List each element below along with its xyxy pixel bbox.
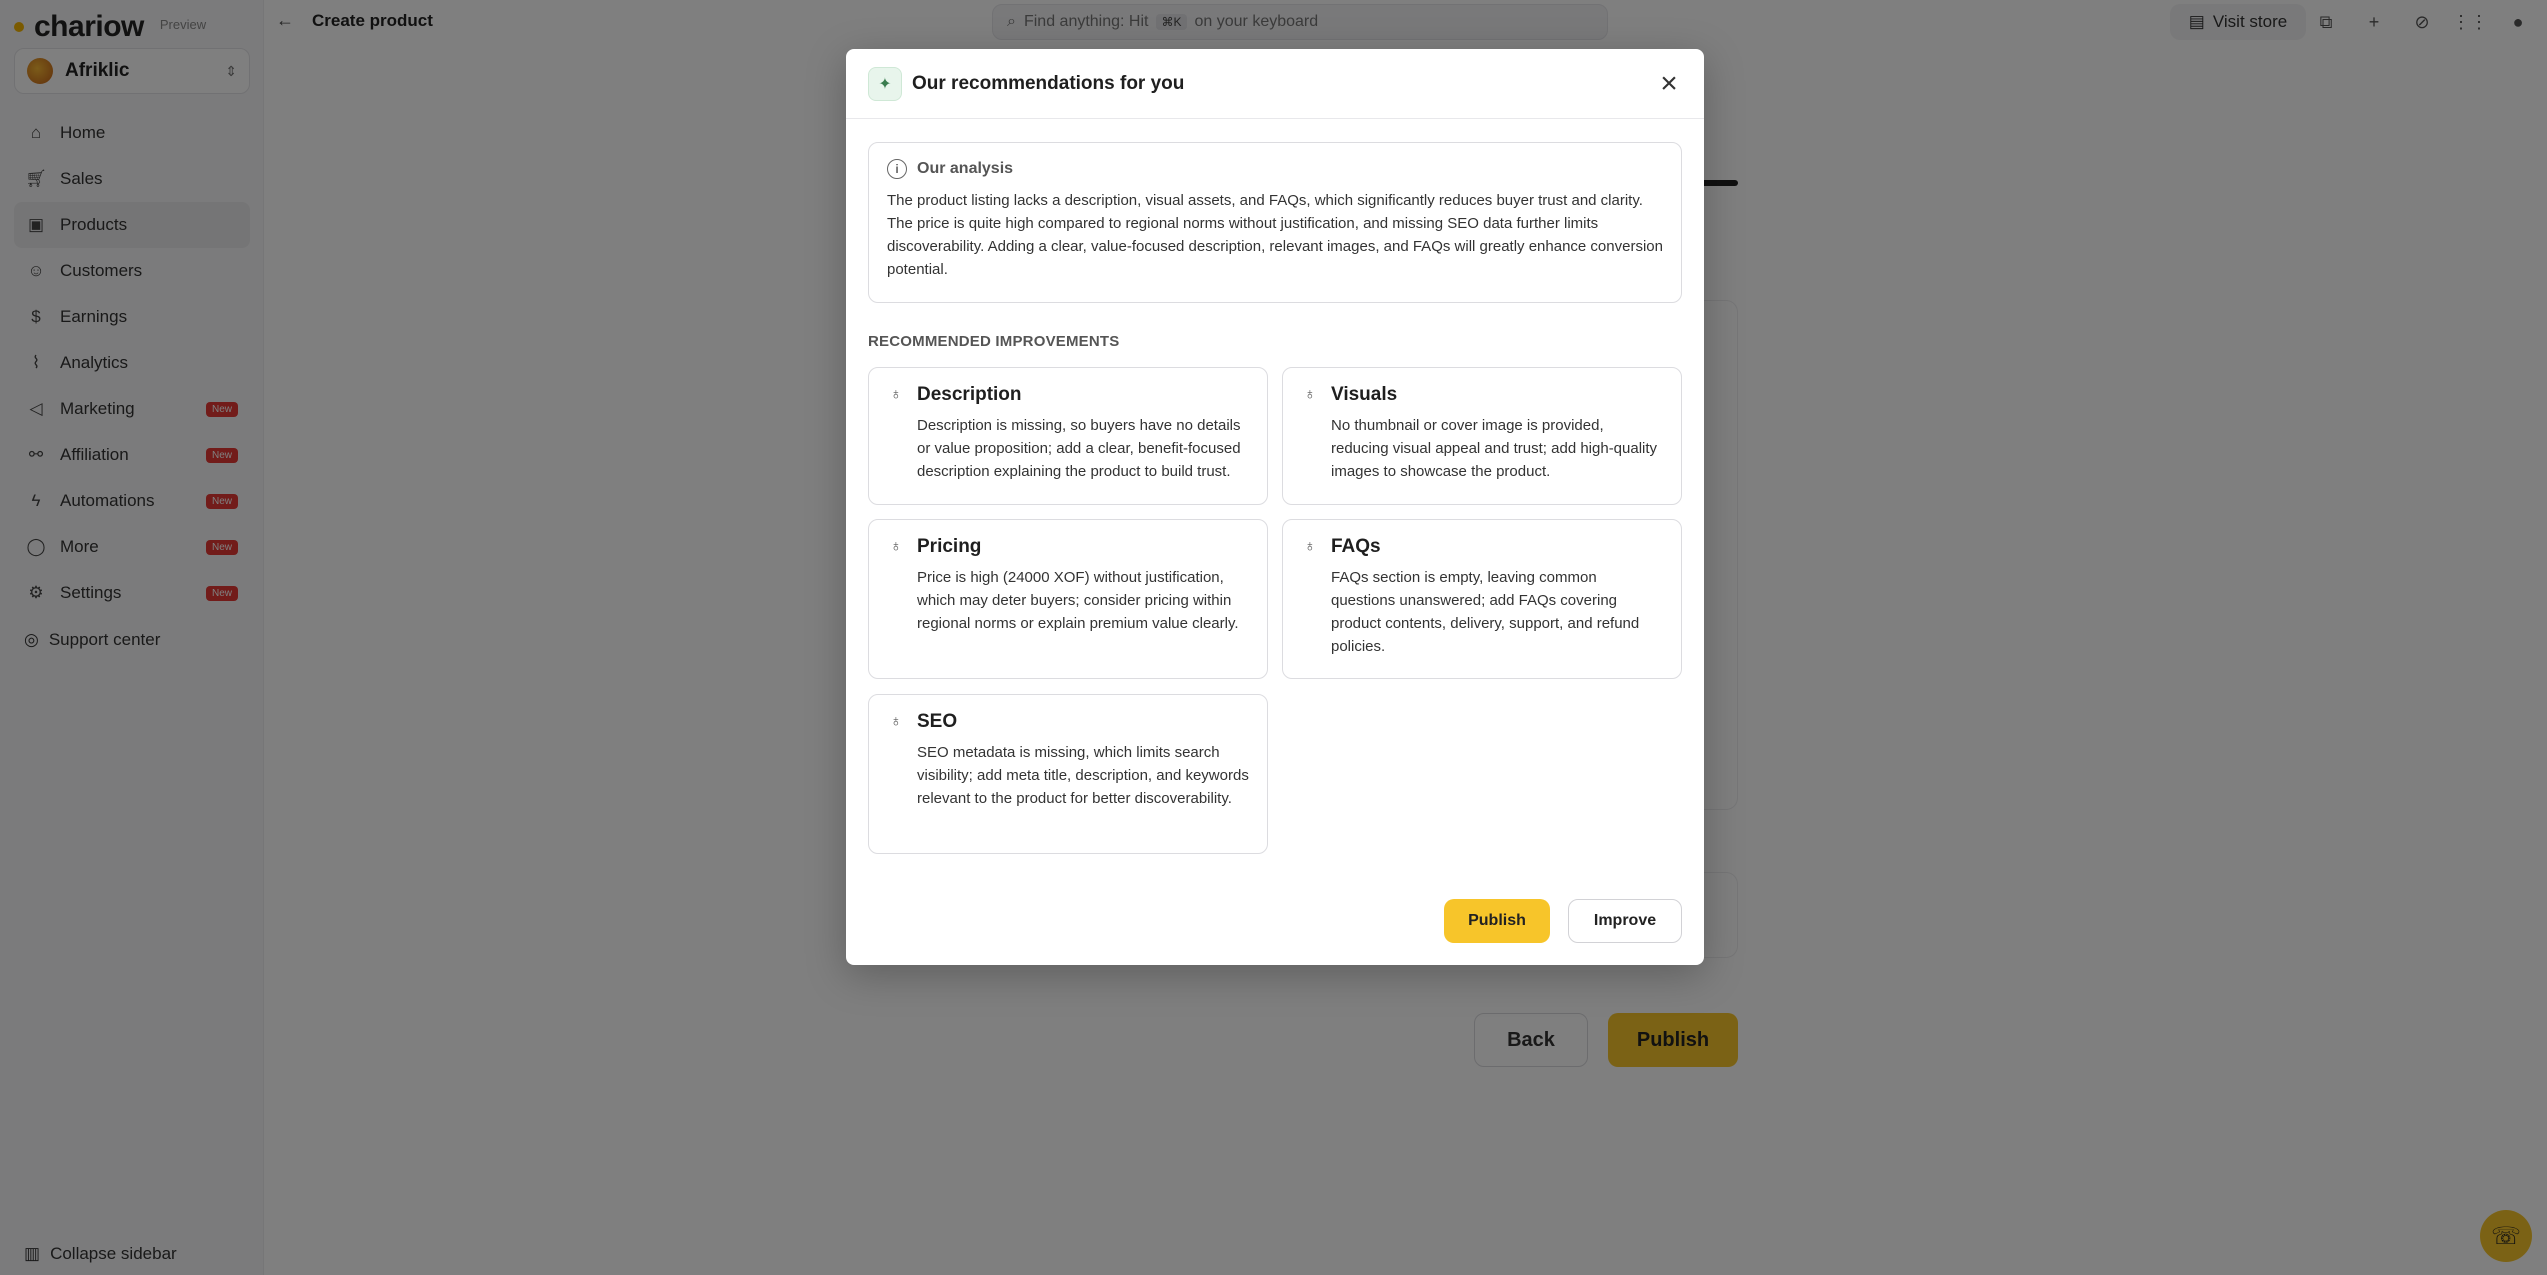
recommendation-title: Pricing [917, 536, 982, 557]
analysis-header: i Our analysis [887, 159, 1663, 179]
lightbulb-icon: ♁ [890, 386, 902, 403]
recommendation-title: FAQs [1331, 536, 1381, 557]
recommendation-card-faqs: ♁ FAQs FAQs section is empty, leaving co… [1282, 519, 1682, 679]
recommendation-text: FAQs section is empty, leaving common qu… [1331, 569, 1640, 655]
recommendation-card-description: ♁ Description Description is missing, so… [868, 367, 1268, 505]
modal-header: ✦ Our recommendations for you × [846, 49, 1704, 119]
recommendation-title: Visuals [1331, 384, 1398, 405]
lightbulb-icon: ♁ [890, 538, 902, 555]
info-icon: i [887, 159, 907, 179]
analysis-box: i Our analysis The product listing lacks… [868, 142, 1682, 303]
lightbulb-icon: ♁ [1304, 538, 1316, 555]
recommendation-text: No thumbnail or cover image is provided,… [1331, 417, 1658, 480]
modal-improve-button[interactable]: Improve [1568, 899, 1682, 943]
recommendation-text: Description is missing, so buyers have n… [917, 417, 1241, 480]
modal-title: Our recommendations for you [912, 72, 1185, 94]
close-icon[interactable]: × [1654, 69, 1684, 99]
recommendation-title: Description [917, 384, 1022, 405]
recommendations-modal: ✦ Our recommendations for you × i Our an… [846, 49, 1704, 965]
recommendation-title: SEO [917, 711, 958, 732]
lightbulb-icon: ♁ [890, 713, 902, 730]
analysis-text: The product listing lacks a description,… [887, 192, 1663, 278]
recommendation-text: SEO metadata is missing, which limits se… [917, 744, 1249, 807]
modal-publish-button[interactable]: Publish [1444, 899, 1550, 943]
analysis-title: Our analysis [917, 160, 1014, 177]
recommendation-card-visuals: ♁ Visuals No thumbnail or cover image is… [1282, 367, 1682, 505]
recommendation-text: Price is high (24000 XOF) without justif… [917, 569, 1239, 632]
recommendations-heading: RECOMMENDED IMPROVEMENTS [868, 333, 1120, 350]
lightbulb-icon: ✦ [868, 66, 902, 101]
recommendation-card-pricing: ♁ Pricing Price is high (24000 XOF) with… [868, 519, 1268, 679]
lightbulb-icon: ♁ [1304, 386, 1316, 403]
recommendation-card-seo: ♁ SEO SEO metadata is missing, which lim… [868, 694, 1268, 854]
